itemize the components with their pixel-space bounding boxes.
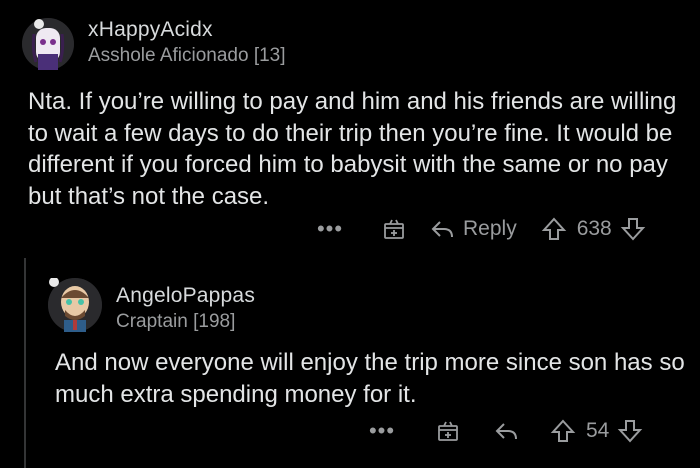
comment-body: Nta. If you’re willing to pay and him an… [28,88,677,210]
reply-arrow-icon [495,423,517,440]
more-options-icon[interactable]: ••• [362,418,402,444]
award-gift-icon[interactable] [434,419,462,443]
vote-score: 638 [576,217,612,240]
downvote-icon[interactable] [617,418,643,444]
avatar-image [22,18,74,70]
comment-actions: ••• 54 [362,414,682,448]
comment: xHappyAcidx Asshole Aficionado [13] Nta.… [0,0,700,258]
reply-label: Reply [463,217,517,240]
avatar[interactable] [22,18,74,70]
reply-button[interactable] [494,419,520,443]
reply-button[interactable]: Reply [430,217,517,241]
upvote-icon[interactable] [550,418,576,444]
upvote-icon[interactable] [541,216,567,242]
comment-reply: AngeloPappas Craptain [198] And now ever… [0,258,700,468]
username[interactable]: xHappyAcidx [88,18,213,42]
user-flair: Asshole Aficionado [13] [88,45,286,66]
more-options-icon[interactable]: ••• [310,216,350,242]
vote-score: 54 [586,419,610,442]
avatar[interactable] [48,277,102,332]
username[interactable]: AngeloPappas [116,284,255,308]
award-gift-icon[interactable] [380,217,408,241]
comment-actions: ••• Reply 638 [310,212,690,246]
downvote-icon[interactable] [620,216,646,242]
comment-body: And now everyone will enjoy the trip mor… [55,349,685,408]
user-flair: Craptain [198] [116,311,236,332]
reply-arrow-icon [431,221,453,238]
avatar-image [48,277,102,332]
